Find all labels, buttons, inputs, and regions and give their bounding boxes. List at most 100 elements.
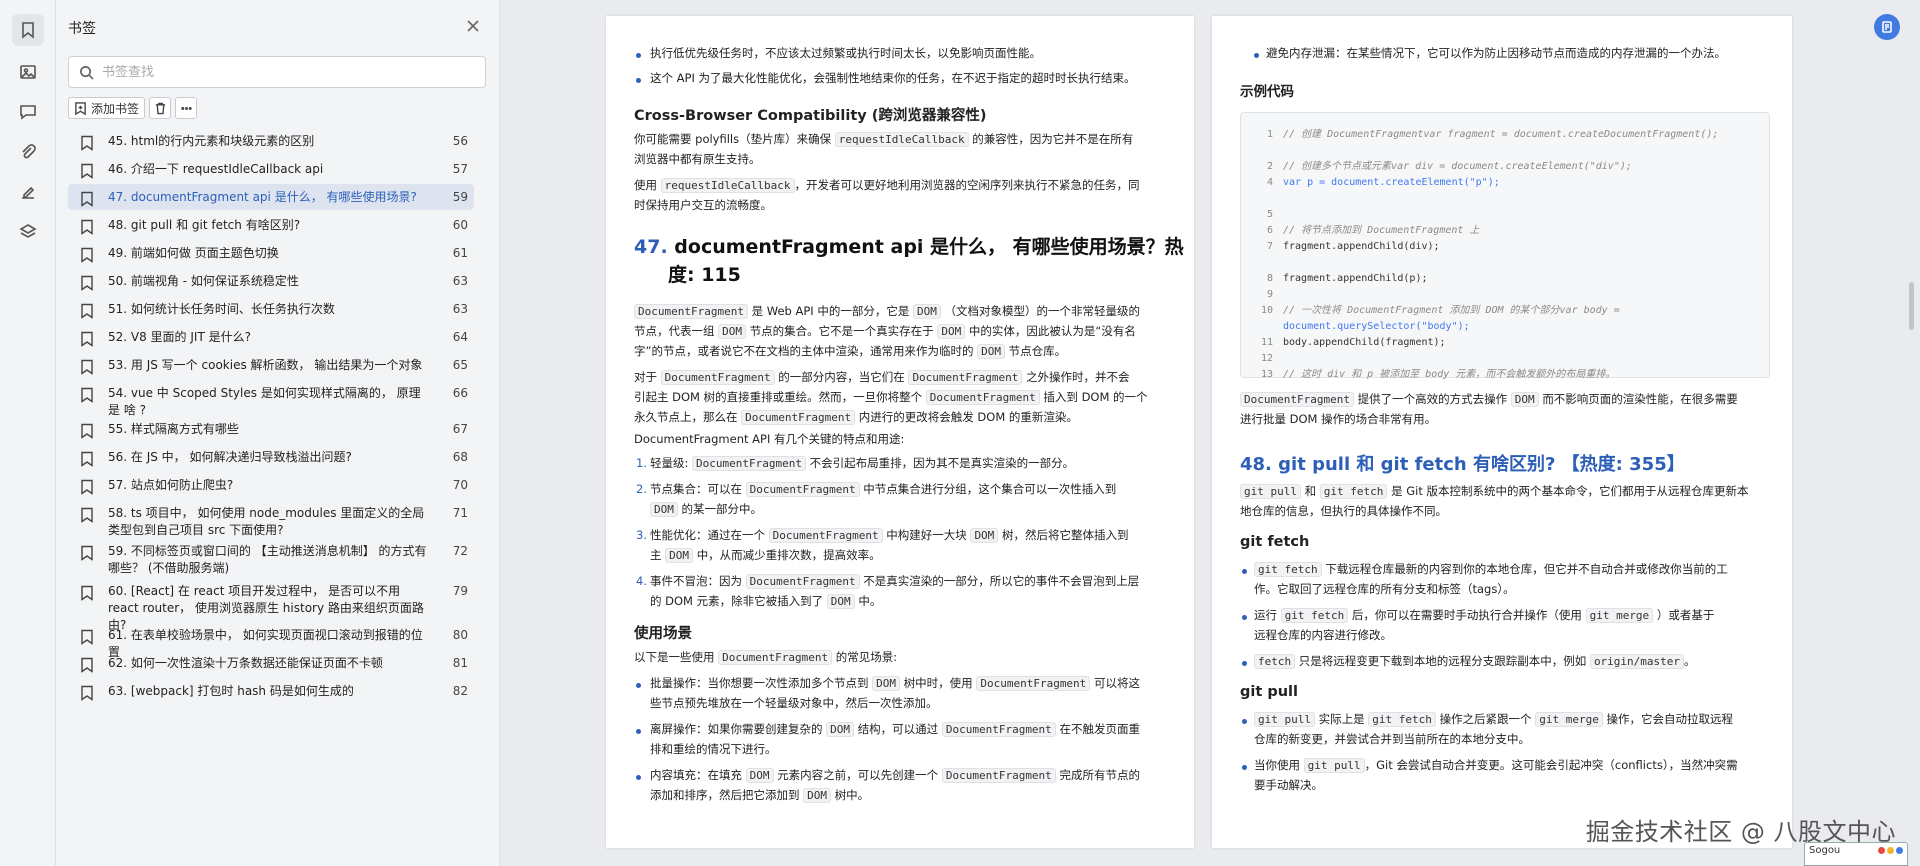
- text-line: 内容填充：在填充 DOM 元素内容之前，可以先创建一个 DocumentFrag…: [650, 768, 1140, 783]
- text-line: 这个 API 为了最大化性能优化，会强制性地结束你的任务，在不迟于指定的超时时长…: [650, 71, 1136, 85]
- delete-bookmark-button[interactable]: [149, 97, 172, 119]
- code-line: 13 // 这时 div 和 p 被添加至 body 元素，而不会触发额外的布局重…: [1255, 367, 1615, 383]
- bookmark-icon: [80, 359, 94, 375]
- bookmark-item[interactable]: 46. 介绍一下 requestIdleCallback api 57: [68, 156, 474, 182]
- code-block: 1 // 创建 DocumentFragmentvar fragment = do…: [1240, 112, 1770, 380]
- ime-status-dots: [1878, 847, 1903, 854]
- bookmark-item[interactable]: 53. 用 JS 写一个 cookies 解析函数， 输出结果为一个对象 65: [68, 352, 474, 378]
- comment-rail-button[interactable]: [12, 96, 44, 128]
- left-rail: [0, 0, 56, 866]
- bookmark-page-number: 80: [452, 628, 468, 642]
- thumbnail-rail-button[interactable]: [12, 56, 44, 88]
- bookmark-page-number: 82: [452, 684, 468, 698]
- text-line: 节点集合：可以在 DocumentFragment 中节点集合进行分组，这个集合…: [650, 482, 1117, 497]
- document-area: 执行低优先级任务时，不应该太过频繁或执行时间太长，以免影响页面性能。 这个 AP…: [500, 0, 1920, 866]
- list-number: 2.: [636, 482, 647, 496]
- text-line: 永久节点上，那么在 DocumentFragment 内进行的更改将会触发 DO…: [634, 410, 1078, 425]
- text-line: 批量操作：当你想要一次性添加多个节点到 DOM 树中时，使用 DocumentF…: [650, 676, 1140, 691]
- pdf-page-left: 执行低优先级任务时，不应该太过频繁或执行时间太长，以免影响页面性能。 这个 AP…: [606, 16, 1194, 848]
- bookmark-page-number: 63: [452, 302, 468, 316]
- trash-icon: [155, 102, 165, 114]
- bookmark-item[interactable]: 56. 在 JS 中， 如何解决递归导致栈溢出问题? 68: [68, 444, 474, 470]
- code-line: document.querySelector("body");: [1255, 319, 1470, 335]
- text-line: 字”的节点，或者说它不在文档的主体中渲染，通常用来作为临时的 DOM 节点仓库。: [634, 344, 1067, 359]
- bullet: [1242, 615, 1247, 620]
- bookmark-item[interactable]: 61. 在表单校验场景中， 如何实现页面视口滚动到报错的位置 80: [68, 622, 474, 659]
- bookmark-item[interactable]: 59. 不同标签页或窗口间的 【主动推送消息机制】 的方式有哪些？ (不借助服务…: [68, 538, 474, 576]
- text-line: 执行低优先级任务时，不应该太过频繁或执行时间太长，以免影响页面性能。: [650, 46, 1041, 60]
- bookmark-search-input[interactable]: [102, 64, 462, 80]
- bookmark-item[interactable]: 50. 前端视角 - 如何保证系统稳定性 63: [68, 268, 474, 294]
- bookmark-icon: [80, 387, 94, 403]
- bookmark-label: 49. 前端如何做 页面主题色切换: [108, 246, 279, 260]
- ime-toolbar[interactable]: Sogou: [1804, 842, 1908, 866]
- attachment-rail-button[interactable]: [12, 136, 44, 168]
- bookmark-item[interactable]: 45. html的行内元素和块级元素的区别 56: [68, 128, 474, 154]
- add-bookmark-button[interactable]: 添加书签: [68, 97, 146, 119]
- code-line-number: 12: [1260, 353, 1273, 364]
- document-icon: [1882, 21, 1892, 33]
- bullet: [636, 775, 641, 780]
- text-line: fetch 只是将远程变更下载到本地的远程分支跟踪副本中，例如 origin/m…: [1254, 652, 1696, 671]
- text-line: 运行 git fetch 后，你可以在需要时手动执行合并操作（使用 git me…: [1254, 608, 1715, 623]
- bookmark-label: 51. 如何统计长任务时间、长任务执行次数: [108, 302, 335, 316]
- signature-rail-button[interactable]: [12, 176, 44, 208]
- text-line: 对于 DocumentFragment 的一部分内容，当它们在 Document…: [634, 370, 1130, 385]
- assistant-button[interactable]: [1874, 14, 1900, 40]
- bookmark-page-number: 81: [452, 656, 468, 670]
- heading-example-code: 示例代码: [1240, 84, 1294, 100]
- heading-47: 47. documentFragment api 是什么， 有哪些使用场景？热: [634, 236, 1184, 258]
- more-options-button[interactable]: [175, 97, 198, 119]
- bullet: [636, 683, 641, 688]
- text-line: 地仓库的信息，但执行的具体操作不同。: [1240, 504, 1447, 518]
- code-line-number: 5: [1266, 209, 1273, 220]
- heading-git-pull: git pull: [1240, 684, 1298, 700]
- code-line-text: // 这时 div 和 p 被添加至 body 元素，而不会触发额外的布局重排。: [1283, 369, 1616, 380]
- text-line: DocumentFragment API 有几个关键的特点和用途:: [634, 432, 905, 446]
- text-line: 浏览器中都有原生支持。: [634, 152, 761, 166]
- bookmark-label: 50. 前端视角 - 如何保证系统稳定性: [108, 274, 299, 288]
- bookmark-page-number: 61: [452, 246, 468, 260]
- bullet: [1242, 765, 1247, 770]
- bookmark-item[interactable]: 62. 如何一次性渲染十万条数据还能保证页面不卡顿 81: [68, 650, 474, 676]
- code-line: 11 body.appendChild(fragment);: [1255, 335, 1446, 351]
- bookmark-icon: [80, 629, 94, 645]
- text-line: 进行批量 DOM 操作的场合非常有用。: [1240, 412, 1437, 426]
- bookmark-icon: [80, 479, 94, 495]
- bookmark-page-number: 63: [452, 274, 468, 288]
- code-line: 7 fragment.appendChild(div);: [1255, 239, 1440, 255]
- bookmark-search[interactable]: [68, 56, 486, 88]
- bookmark-item[interactable]: 48. git pull 和 git fetch 有啥区别? 60: [68, 212, 474, 238]
- code-line-number: 8: [1266, 273, 1273, 284]
- code-line-text: var p = document.createElement("p");: [1283, 177, 1500, 188]
- bookmark-item[interactable]: 57. 站点如何防止爬虫? 70: [68, 472, 474, 498]
- text-line: 远程仓库的内容进行修改。: [1254, 628, 1392, 642]
- bookmark-item[interactable]: 60. [React] 在 react 项目开发过程中， 是否可以不用 reac…: [68, 578, 474, 632]
- bookmark-label: 47. documentFragment api 是什么， 有哪些使用场景?: [108, 190, 417, 204]
- bookmark-icon: [80, 219, 94, 235]
- text-line: 以下是一些使用 DocumentFragment 的常见场景:: [634, 650, 898, 665]
- bookmark-rail-button[interactable]: [12, 14, 44, 46]
- code-line-number: 2: [1266, 161, 1273, 172]
- document-scrollbar[interactable]: [1909, 282, 1914, 330]
- bookmark-item[interactable]: 49. 前端如何做 页面主题色切换 61: [68, 240, 474, 266]
- text-line: 排和重绘的情况下进行。: [650, 742, 777, 756]
- text-line: git pull 实际上是 git fetch 操作之后紧跟一个 git mer…: [1254, 710, 1733, 729]
- layers-rail-button[interactable]: [12, 216, 44, 248]
- bookmark-item[interactable]: 52. V8 里面的 JIT 是什么? 64: [68, 324, 474, 350]
- bookmark-item[interactable]: 63. [webpack] 打包时 hash 码是如何生成的 82: [68, 678, 474, 704]
- code-line: 6 // 将节点添加到 DocumentFragment 上: [1255, 223, 1479, 239]
- bookmark-label: 45. html的行内元素和块级元素的区别: [108, 134, 315, 148]
- bookmark-item[interactable]: 47. documentFragment api 是什么， 有哪些使用场景? 59: [68, 184, 474, 210]
- text-line: 使用 requestIdleCallback ，开发者可以更好地利用浏览器的空闲序…: [634, 178, 1140, 193]
- bookmark-icon: [80, 685, 94, 701]
- bookmark-page-number: 68: [452, 450, 468, 464]
- bookmark-item[interactable]: 55. 样式隔离方式有哪些 67: [68, 416, 474, 442]
- bookmark-item[interactable]: 51. 如何统计长任务时间、长任务执行次数 63: [68, 296, 474, 322]
- bookmark-icon: [22, 22, 34, 39]
- close-panel-button[interactable]: [463, 16, 483, 36]
- bookmark-item[interactable]: 54. vue 中 Scoped Styles 是如何实现样式隔离的， 原理是 …: [68, 380, 474, 417]
- bullet: [1254, 53, 1259, 58]
- bookmark-item[interactable]: 58. ts 项目中， 如何使用 node_modules 里面定义的全局类型包…: [68, 500, 474, 537]
- heading-compat: Cross-Browser Compatibility (跨浏览器兼容性): [634, 108, 987, 124]
